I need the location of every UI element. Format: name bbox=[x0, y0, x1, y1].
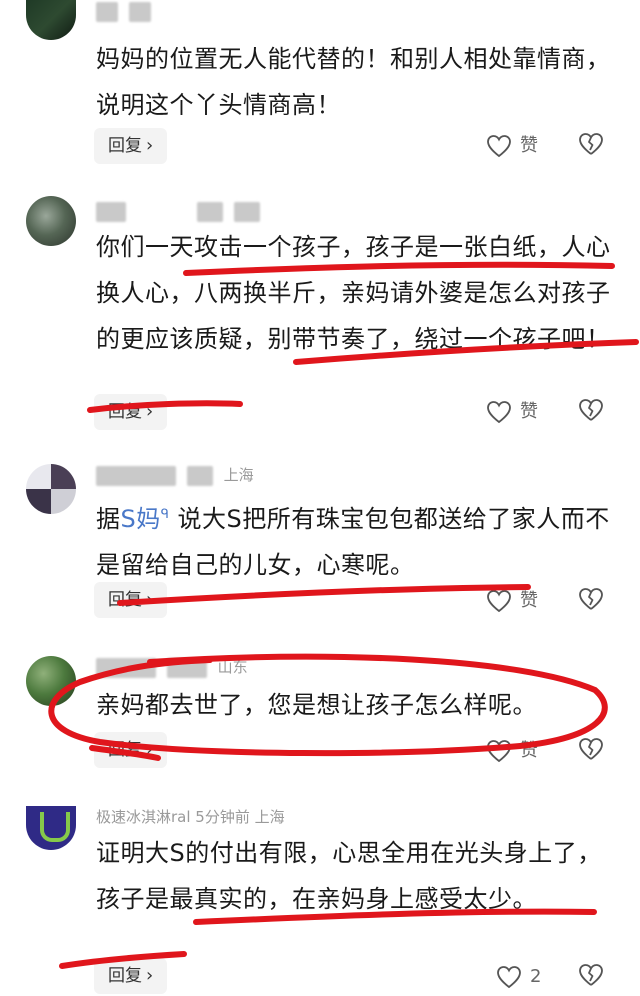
broken-heart-icon bbox=[579, 738, 603, 760]
broken-heart-icon bbox=[579, 133, 603, 155]
like-button[interactable]: 赞 bbox=[486, 736, 538, 766]
comment-text: 妈妈的位置无人能代替的！和别人相处靠情商，说明这个丫头情商高！ bbox=[96, 45, 611, 119]
text-prefix: 据 bbox=[96, 505, 121, 533]
username-blur bbox=[128, 2, 151, 22]
comment-text: 证明大S的付出有限，心思全用在光头身上了，孩子是最真实的，在亲妈身上感受太少。 bbox=[96, 839, 602, 913]
like-button[interactable]: 赞 bbox=[486, 397, 538, 427]
reply-label: 回复 bbox=[108, 966, 142, 986]
chevron-right-icon: › bbox=[146, 135, 154, 156]
reply-label: 回复 bbox=[108, 740, 142, 760]
avatar[interactable] bbox=[26, 806, 76, 850]
dislike-button[interactable] bbox=[578, 398, 604, 426]
heart-icon bbox=[487, 135, 511, 158]
username-blur bbox=[96, 657, 156, 678]
comment-text: 亲妈都去世了，您是想让孩子怎么样呢。 bbox=[96, 691, 537, 719]
reply-label: 回复 bbox=[108, 590, 142, 610]
chevron-right-icon: › bbox=[146, 401, 154, 422]
broken-heart-icon bbox=[579, 964, 603, 986]
underline-stroke bbox=[117, 584, 531, 606]
broken-heart-icon bbox=[579, 399, 603, 421]
reply-button[interactable]: 回复 › bbox=[94, 582, 168, 618]
avatar[interactable] bbox=[26, 196, 76, 246]
reply-button[interactable]: 回复 › bbox=[94, 128, 168, 164]
comment-meta bbox=[96, 2, 157, 22]
comment-text: 据S妈ᑫ 说大S把所有珠宝包包都送给了家人而不是留给自己的儿女，心寒呢。 bbox=[96, 492, 616, 588]
chevron-right-icon: › bbox=[146, 589, 154, 610]
reply-button[interactable]: 回复 › bbox=[94, 394, 168, 430]
like-button[interactable]: 赞 bbox=[486, 131, 538, 161]
comment-meta: 极速冰淇淋ral 5分钟前 上海 bbox=[96, 808, 285, 826]
heart-icon bbox=[497, 966, 521, 989]
comment-meta: 山东 bbox=[96, 656, 248, 678]
username-blur bbox=[196, 202, 223, 222]
like-label: 赞 bbox=[520, 401, 538, 422]
comment-meta: 上海 bbox=[96, 464, 254, 486]
username-blur bbox=[233, 202, 260, 222]
avatar[interactable] bbox=[26, 656, 76, 706]
username-blur bbox=[166, 657, 207, 678]
reply-button[interactable]: 回复 › bbox=[94, 958, 168, 994]
username-blur bbox=[96, 465, 176, 486]
avatar[interactable] bbox=[26, 0, 76, 40]
like-label: 赞 bbox=[520, 740, 538, 761]
dislike-button[interactable] bbox=[578, 737, 604, 765]
heart-icon bbox=[487, 590, 511, 613]
comment-meta bbox=[96, 202, 266, 222]
broken-heart-icon bbox=[579, 588, 603, 610]
like-label: 赞 bbox=[520, 135, 538, 156]
heart-icon bbox=[487, 740, 511, 763]
reply-label: 回复 bbox=[108, 402, 142, 422]
username-blur bbox=[96, 2, 118, 22]
dislike-button[interactable] bbox=[578, 587, 604, 615]
username-blur bbox=[96, 202, 126, 222]
dislike-button[interactable] bbox=[578, 132, 604, 160]
reply-button[interactable]: 回复 › bbox=[94, 732, 168, 768]
chevron-right-icon: › bbox=[146, 965, 154, 986]
text-suffix: 说大S把所有珠宝包包都送给了家人而不是留给自己的儿女，心寒呢。 bbox=[96, 505, 610, 579]
username-blur bbox=[186, 465, 213, 486]
like-count: 2 bbox=[530, 966, 542, 987]
like-button[interactable]: 赞 bbox=[486, 586, 538, 616]
dislike-button[interactable] bbox=[578, 963, 604, 991]
avatar-mark bbox=[40, 812, 70, 842]
comment-text: 你们一天攻击一个孩子，孩子是一张白纸，人心换人心，八两换半斤，亲妈请外婆是怎么对… bbox=[96, 233, 611, 353]
heart-icon bbox=[487, 401, 511, 424]
like-button[interactable]: 2 bbox=[496, 962, 541, 992]
reply-label: 回复 bbox=[108, 136, 142, 156]
like-label: 赞 bbox=[520, 590, 538, 611]
chevron-right-icon: › bbox=[146, 739, 154, 760]
mention-link[interactable]: S妈ᑫ bbox=[121, 505, 170, 533]
avatar[interactable] bbox=[26, 464, 76, 514]
